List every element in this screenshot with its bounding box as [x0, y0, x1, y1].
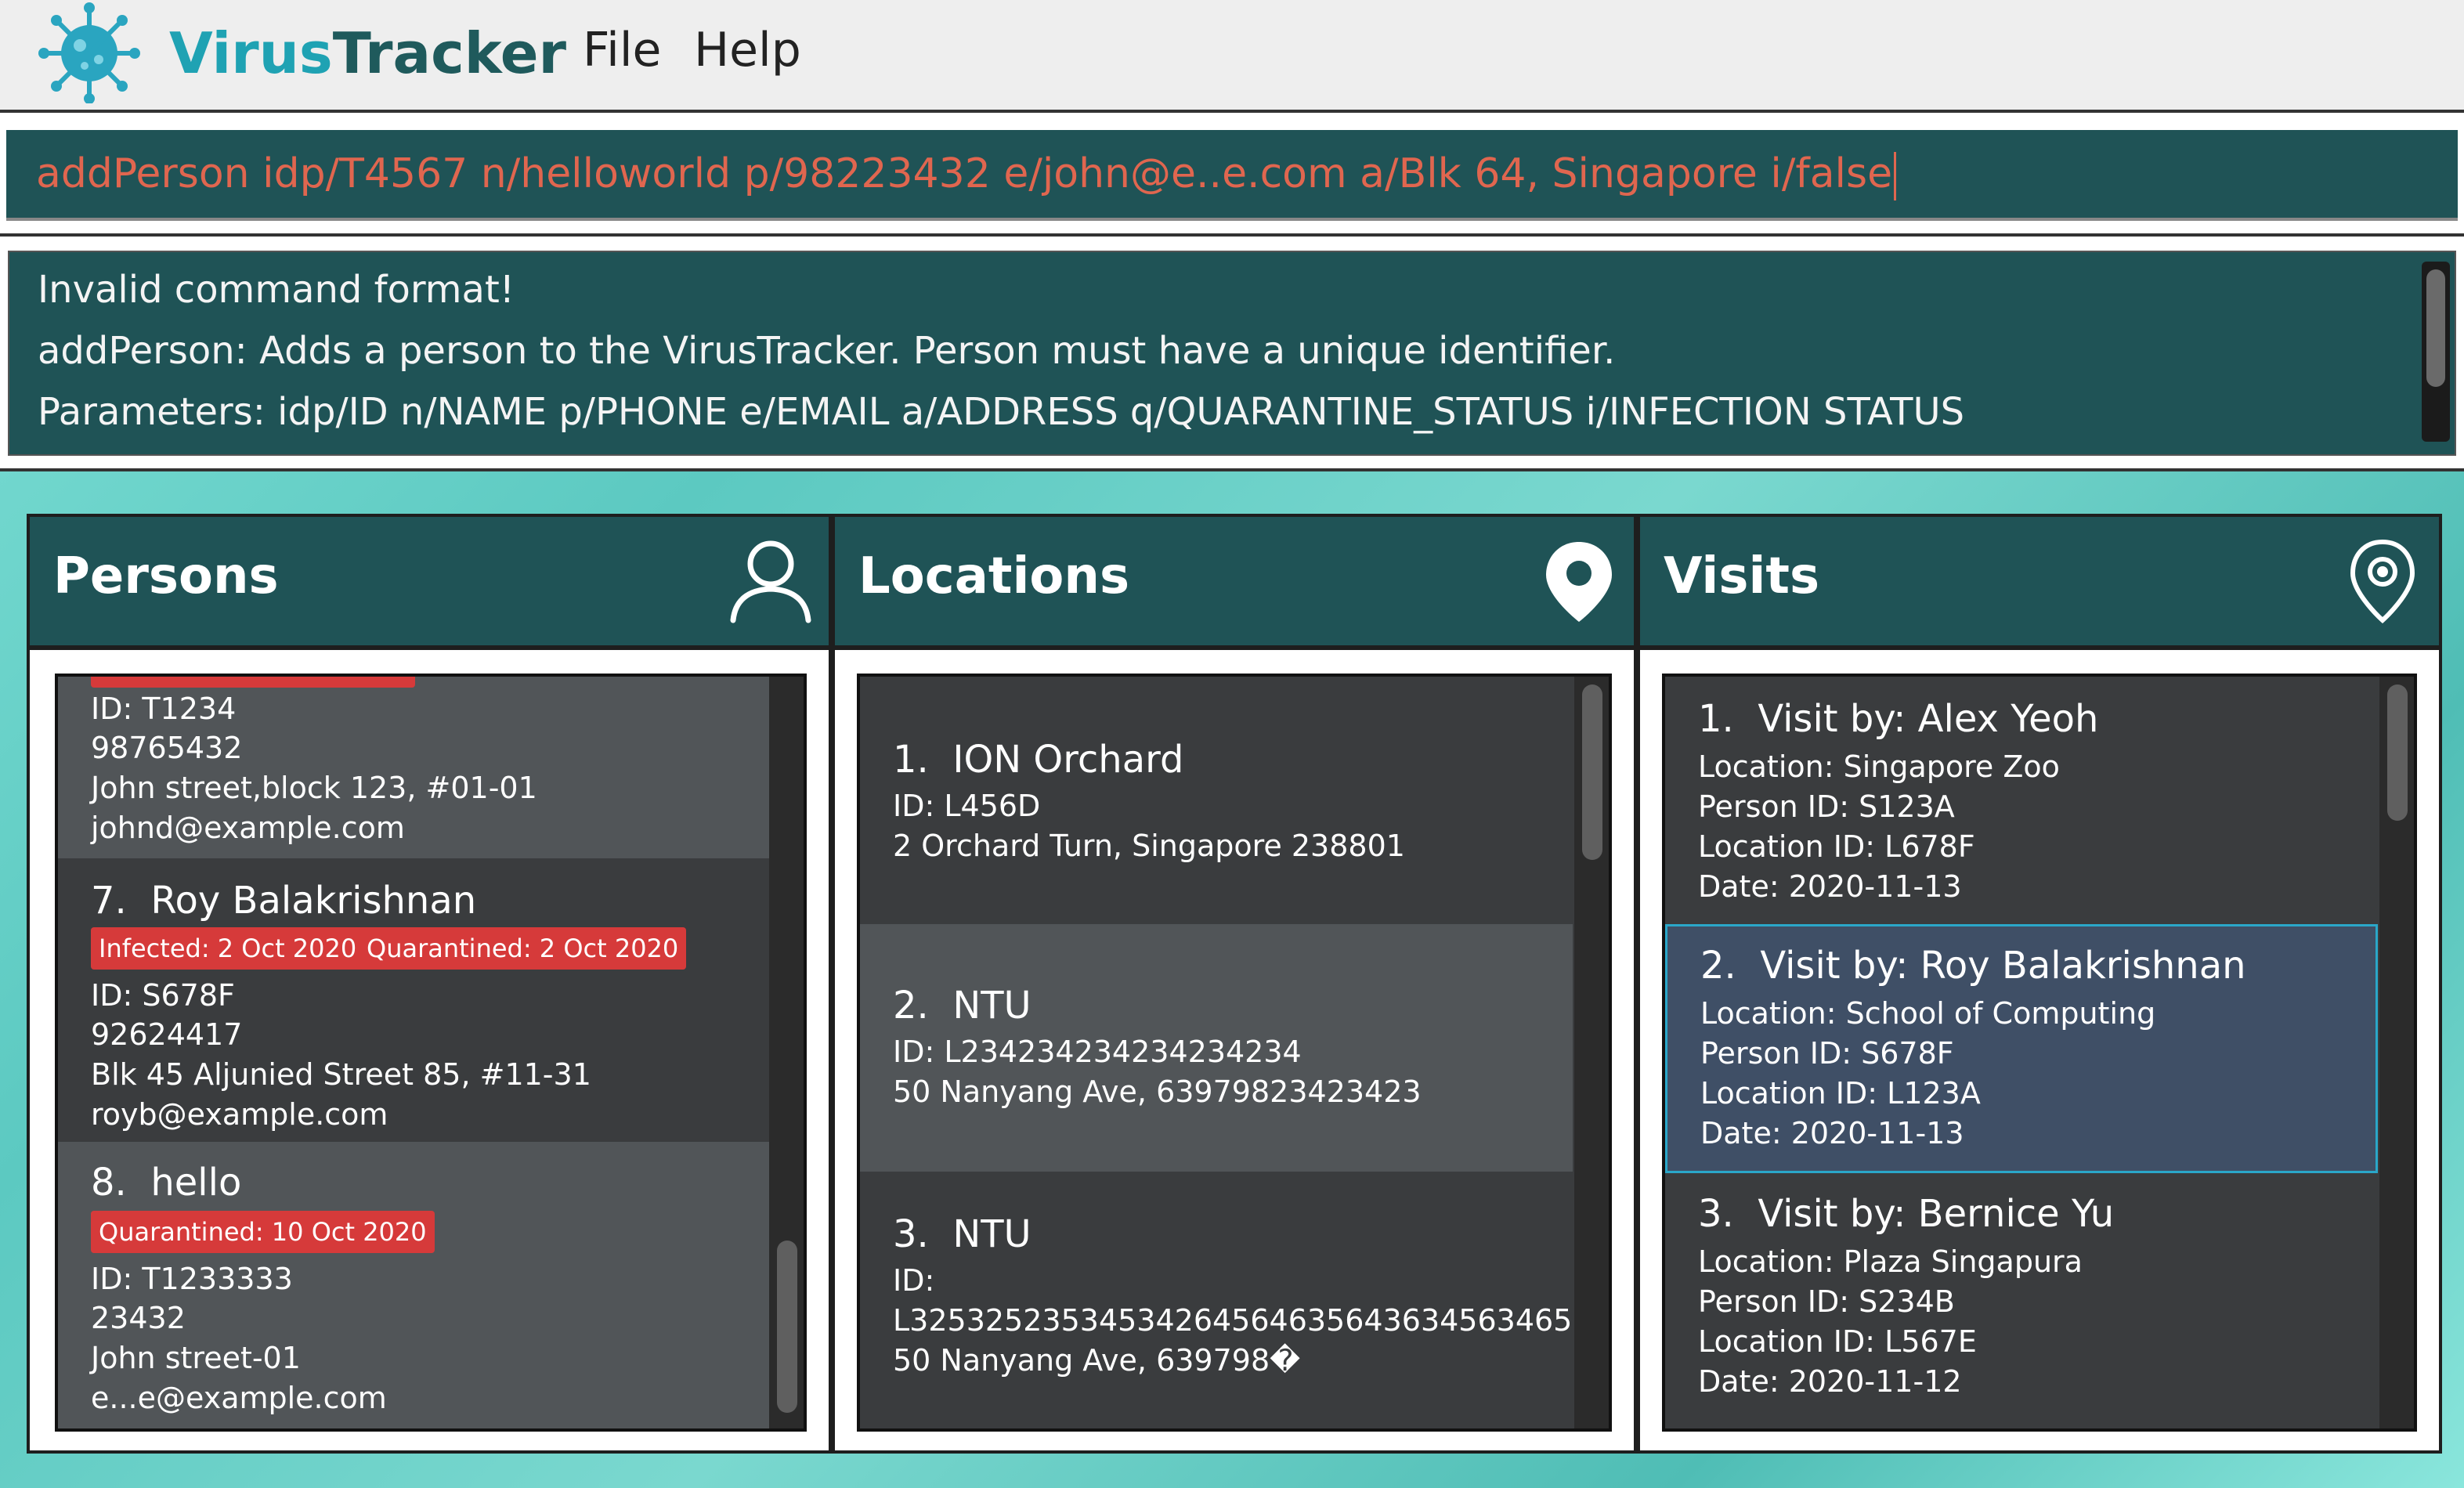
- location-name: NTU: [952, 1212, 1031, 1256]
- location-name: NTU: [952, 984, 1031, 1028]
- person-phone: 23432: [91, 1301, 186, 1335]
- result-display: Invalid command format! addPerson: Adds …: [8, 251, 2456, 456]
- card-index: 2.: [893, 984, 929, 1028]
- location-address: 50 Nanyang Ave, 63979823423423: [893, 1074, 1422, 1109]
- map-pin-icon: [2350, 539, 2415, 624]
- visit-person-id: Person ID: S234B: [1698, 1284, 1955, 1319]
- visit-date: Date: 2020-11-12: [1698, 1364, 1962, 1399]
- visit-location: Location: School of Computing: [1700, 996, 2156, 1031]
- menu-help[interactable]: Help: [694, 19, 801, 81]
- person-phone: 92624417: [91, 1017, 243, 1052]
- list-item[interactable]: 1. ION Orchard ID: L456D 2 Orchard Turn,…: [860, 677, 1573, 924]
- list-item[interactable]: 3. Visit by: Bernice Yu Location: Plaza …: [1665, 1173, 2378, 1428]
- list-item-selected[interactable]: 2. Visit by: Roy Balakrishnan Location: …: [1665, 924, 2378, 1173]
- persons-scrollbar[interactable]: [769, 677, 804, 1428]
- menu-file[interactable]: File: [583, 19, 661, 81]
- card-index: 1.: [893, 738, 929, 782]
- status-badge: Infected: 2 Oct 2020: [91, 927, 365, 970]
- visit-title: Visit by: Roy Balakrishnan: [1760, 944, 2246, 988]
- command-input[interactable]: addPerson idp/T4567 n/helloworld p/98223…: [6, 130, 2458, 221]
- visit-title: Visit by: Alex Yeoh: [1758, 697, 2099, 741]
- location-id: L32532523534534264564635643634563465: [893, 1303, 1573, 1338]
- visit-date: Date: 2020-11-13: [1698, 869, 1962, 904]
- persons-panel-header: Persons: [30, 517, 829, 650]
- card-index: 8.: [91, 1161, 127, 1204]
- location-pin-icon: [1546, 542, 1612, 622]
- persons-panel: Persons ID: T1234 98765432 John street,b…: [27, 514, 832, 1454]
- person-name: Roy Balakrishnan: [150, 879, 477, 923]
- text-caret: [1894, 152, 1897, 200]
- person-name: hello: [150, 1161, 242, 1204]
- app-title: VirusTracker: [169, 22, 566, 85]
- result-scrollbar[interactable]: [2422, 262, 2450, 442]
- person-address: John street,block 123, #01-01: [91, 771, 537, 805]
- status-badge: Quarantined: 2 Oct 2020: [359, 927, 687, 970]
- command-box-container: addPerson idp/T4567 n/helloworld p/98223…: [0, 113, 2464, 237]
- person-icon: [730, 540, 811, 623]
- person-email: royb@example.com: [91, 1097, 388, 1132]
- command-input-text: addPerson idp/T4567 n/helloworld p/98223…: [36, 150, 1893, 197]
- visit-person-id: Person ID: S123A: [1698, 789, 1955, 824]
- scrollbar-thumb[interactable]: [2426, 269, 2445, 387]
- card-index: 3.: [1698, 1192, 1734, 1236]
- location-address: 50 Nanyang Ave, 639798�: [893, 1343, 1301, 1378]
- visit-location-id: Location ID: L123A: [1700, 1076, 1981, 1111]
- locations-panel-header: Locations: [835, 517, 1634, 650]
- location-id: ID: L234234234234234234: [893, 1035, 1302, 1069]
- visit-title: Visit by: Bernice Yu: [1758, 1192, 2115, 1236]
- visit-date: Date: 2020-11-13: [1700, 1116, 1964, 1150]
- list-item[interactable]: 7. Roy Balakrishnan Infected: 2 Oct 2020…: [58, 858, 771, 1142]
- result-line: Parameters: idp/ID n/NAME p/PHONE e/EMAI…: [38, 390, 1965, 434]
- person-address: John street-01: [91, 1341, 301, 1375]
- scrollbar-thumb[interactable]: [777, 1241, 797, 1413]
- virus-icon: [38, 2, 140, 103]
- persons-panel-title: Persons: [53, 547, 279, 605]
- person-address: Blk 45 Aljunied Street 85, #11-31: [91, 1057, 591, 1092]
- list-item[interactable]: 8. hello Quarantined: 10 Oct 2020 ID: T1…: [58, 1142, 771, 1428]
- visit-location-id: Location ID: L678F: [1698, 829, 1975, 864]
- visit-location-id: Location ID: L567E: [1698, 1324, 1977, 1359]
- person-id: ID: S678F: [91, 978, 235, 1013]
- visit-location: Location: Singapore Zoo: [1698, 749, 2060, 784]
- card-index: 3.: [893, 1212, 929, 1256]
- scrollbar-thumb[interactable]: [1582, 684, 1602, 860]
- list-item[interactable]: 3. NTU ID: L3253252353453426456463564363…: [860, 1172, 1573, 1428]
- list-item[interactable]: 2. NTU ID: L234234234234234234 50 Nanyan…: [860, 924, 1573, 1172]
- locations-panel: Locations 1. ION Orchard ID: L456D 2 Orc…: [832, 514, 1637, 1454]
- result-line: addPerson: Adds a person to the VirusTra…: [38, 329, 1616, 373]
- status-badge: [91, 677, 415, 688]
- status-badge: Quarantined: 10 Oct 2020: [91, 1211, 435, 1253]
- scrollbar-thumb[interactable]: [2387, 684, 2408, 821]
- locations-panel-title: Locations: [858, 547, 1130, 605]
- result-display-container: Invalid command format! addPerson: Adds …: [0, 237, 2464, 471]
- location-id-label: ID:: [893, 1263, 935, 1298]
- brand-part-1: Virus: [169, 20, 333, 86]
- visits-panel: Visits 1. Visit by: Alex Yeoh Location: …: [1637, 514, 2442, 1454]
- person-email: e...e@example.com: [91, 1381, 387, 1415]
- person-phone: 98765432: [91, 731, 243, 765]
- location-id: ID: L456D: [893, 789, 1041, 823]
- person-id: ID: T1234: [91, 692, 237, 726]
- menu-bar: VirusTracker File Help: [0, 0, 2464, 113]
- visit-person-id: Person ID: S678F: [1700, 1036, 1954, 1071]
- card-index: 1.: [1698, 697, 1734, 741]
- location-address: 2 Orchard Turn, Singapore 238801: [893, 829, 1405, 863]
- persons-list: ID: T1234 98765432 John street,block 123…: [55, 674, 807, 1432]
- brand-part-2: Tracker: [332, 20, 567, 86]
- list-item[interactable]: ID: T1234 98765432 John street,block 123…: [58, 677, 771, 858]
- visits-scrollbar[interactable]: [2379, 677, 2414, 1428]
- person-id: ID: T1233333: [91, 1262, 293, 1296]
- locations-list: 1. ION Orchard ID: L456D 2 Orchard Turn,…: [857, 674, 1612, 1432]
- visits-panel-title: Visits: [1664, 547, 1820, 605]
- visit-location: Location: Plaza Singapura: [1698, 1244, 2083, 1279]
- card-index: 2.: [1700, 944, 1736, 988]
- visits-list: 1. Visit by: Alex Yeoh Location: Singapo…: [1662, 674, 2417, 1432]
- result-line: Invalid command format!: [38, 268, 515, 312]
- list-item[interactable]: 1. Visit by: Alex Yeoh Location: Singapo…: [1665, 677, 2378, 924]
- location-name: ION Orchard: [952, 738, 1184, 782]
- person-email: johnd@example.com: [91, 811, 405, 845]
- locations-scrollbar[interactable]: [1574, 677, 1609, 1428]
- visits-panel-header: Visits: [1640, 517, 2439, 650]
- card-index: 7.: [91, 879, 127, 923]
